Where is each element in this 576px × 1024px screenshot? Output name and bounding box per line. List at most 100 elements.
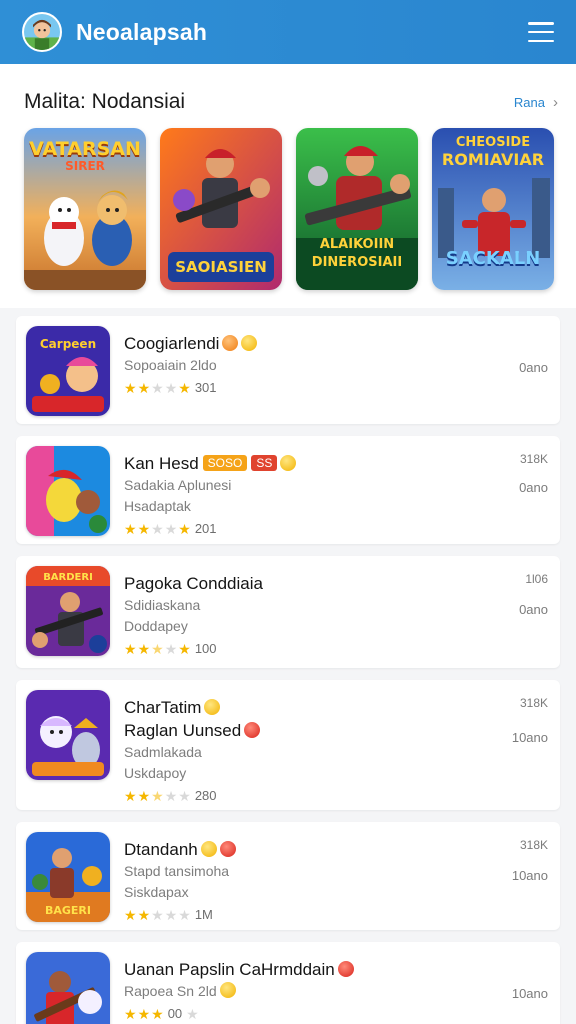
star-icon: ★ bbox=[124, 906, 137, 923]
rating-count: 280 bbox=[194, 788, 217, 803]
star-icon: ★ bbox=[124, 787, 137, 804]
see-all-label: Rana bbox=[513, 94, 545, 110]
star-icon: ★ bbox=[137, 906, 151, 923]
star-icon: ★ bbox=[151, 520, 164, 537]
game-meta: 0ano bbox=[519, 602, 548, 617]
star-icon: ★ bbox=[124, 379, 137, 396]
game-tag: SS bbox=[251, 455, 278, 471]
game-developer: Doddapey bbox=[124, 618, 188, 634]
game-name: Coogiarlendi bbox=[124, 332, 548, 355]
emoji-icon bbox=[222, 335, 239, 351]
star-icon: ★ bbox=[164, 640, 178, 657]
game-developer: Siskdapax bbox=[124, 884, 189, 900]
star-icon: ★ bbox=[151, 787, 164, 804]
game-list-item[interactable]: Kan Hesd SOSO SS Sadakia Aplunesi Hsadapta… bbox=[16, 436, 560, 544]
game-subtitle: Sadmlakada bbox=[124, 744, 202, 760]
game-meta: 10ano bbox=[511, 730, 548, 745]
star-icon: ★ bbox=[186, 1005, 199, 1022]
star-icon: ★ bbox=[151, 640, 164, 657]
emoji-icon bbox=[219, 841, 236, 857]
star-icon: ★ bbox=[137, 520, 151, 537]
star-icon: ★ bbox=[137, 1005, 151, 1022]
game-name: Kan Hesd SOSO SS bbox=[124, 452, 548, 475]
banner-4-subtitle: ROMIAVIAR bbox=[441, 150, 545, 169]
game-name: Pagoka Conddiaia bbox=[124, 574, 263, 593]
svg-text:BAGERI: BAGERI bbox=[45, 904, 91, 917]
game-rating: ★ ★ ★ ★ ★ 1M bbox=[124, 907, 548, 922]
avatar-logo-icon[interactable] bbox=[22, 12, 62, 52]
game-info: Uanan Papslin CaHrmddain Rapoea Sn 2ld ★… bbox=[124, 952, 548, 1021]
game-list-item[interactable]: BAGERI Dtandanh Stapd tansimoha Siskdapa… bbox=[16, 822, 560, 930]
banner-4-title: CHEOSIDE bbox=[455, 135, 531, 150]
emoji-icon bbox=[337, 961, 354, 977]
emoji-icon bbox=[200, 841, 217, 857]
svg-text:Carpeen: Carpeen bbox=[40, 337, 96, 351]
svg-text:BARDERI: BARDERI bbox=[43, 572, 93, 583]
star-icon: ★ bbox=[137, 640, 151, 657]
featured-banner-3[interactable]: ALAIKOIIN DINEROSIAII bbox=[296, 128, 418, 290]
rating-count: 00 bbox=[167, 1006, 183, 1021]
game-rating: ★ ★ ★ ★ ★ 301 bbox=[124, 380, 548, 395]
game-subtitle: Rapoea Sn 2ld bbox=[124, 981, 548, 1002]
featured-banner-4[interactable]: CHEOSIDE ROMIAVIAR SACKALN bbox=[432, 128, 554, 290]
game-info: Kan Hesd SOSO SS Sadakia Aplunesi Hsadapta… bbox=[124, 446, 548, 536]
app-header: Neoalapsah bbox=[0, 0, 576, 64]
star-icon: ★ bbox=[164, 787, 178, 804]
star-icon: ★ bbox=[178, 520, 191, 537]
game-size: 318K bbox=[519, 696, 548, 710]
rating-count: 1M bbox=[194, 907, 213, 922]
game-rating: ★ ★ ★ ★ ★ 201 bbox=[124, 521, 548, 536]
star-icon: ★ bbox=[124, 1005, 137, 1022]
rating-count: 100 bbox=[194, 641, 217, 656]
game-meta: 10ano bbox=[511, 986, 548, 1001]
game-thumbnail-1: Carpeen bbox=[26, 326, 110, 416]
star-icon: ★ bbox=[164, 520, 178, 537]
emoji-icon bbox=[280, 455, 297, 471]
featured-banner-2[interactable]: SAOIASIEN bbox=[160, 128, 282, 290]
game-info: Pagoka Conddiaia Sdidiaskana Doddapey ★ ★… bbox=[124, 566, 548, 656]
see-all-link[interactable]: Rana › bbox=[514, 94, 558, 111]
game-thumbnail-5: BAGERI bbox=[26, 832, 110, 922]
game-list-item[interactable]: Uanan Papslin CaHrmddain Rapoea Sn 2ld ★… bbox=[16, 942, 560, 1024]
game-developer: Hsadaptak bbox=[124, 498, 191, 514]
hamburger-menu-icon[interactable] bbox=[528, 22, 554, 42]
app-title: Neoalapsah bbox=[76, 18, 208, 45]
rating-count: 301 bbox=[194, 380, 217, 395]
star-icon: ★ bbox=[178, 906, 191, 923]
featured-title: Malita: Nodansiai bbox=[24, 90, 186, 113]
star-icon: ★ bbox=[151, 906, 164, 923]
star-icon: ★ bbox=[124, 520, 137, 537]
game-size: 1l06 bbox=[525, 572, 548, 586]
game-tag: SOSO bbox=[202, 455, 248, 471]
star-icon: ★ bbox=[137, 379, 151, 396]
game-name: Dtandanh bbox=[124, 838, 548, 861]
star-icon: ★ bbox=[151, 1005, 164, 1022]
star-icon: ★ bbox=[164, 379, 178, 396]
banner-1-subtitle: SIRER bbox=[65, 159, 105, 173]
game-rating: ★ ★ ★ ★ ★ 280 bbox=[124, 788, 548, 803]
featured-banner-1[interactable]: VATARSAN SIRER bbox=[24, 128, 146, 290]
game-info: Dtandanh Stapd tansimoha Siskdapax ★ ★ ★ ★ ★… bbox=[124, 832, 548, 922]
game-list: Carpeen Coogiarlendi Sopoaiain 2ldo ★ ★ ★ ★… bbox=[0, 308, 576, 1024]
banner-1-title: VATARSAN bbox=[29, 138, 141, 160]
emoji-icon bbox=[204, 699, 221, 715]
emoji-icon bbox=[244, 722, 261, 738]
game-size: 318K bbox=[519, 838, 548, 852]
game-list-item[interactable]: Carpeen Coogiarlendi Sopoaiain 2ldo ★ ★ ★ ★… bbox=[16, 316, 560, 424]
game-list-item[interactable]: BARDERI Pagoka Conddiaia Sdidiaskana Dod… bbox=[16, 556, 560, 668]
game-name: CharTatim bbox=[124, 696, 548, 719]
banner-3-subtitle: DINEROSIAII bbox=[311, 255, 403, 270]
game-thumbnail-6 bbox=[26, 952, 110, 1024]
star-icon: ★ bbox=[178, 787, 191, 804]
featured-header: Malita: Nodansiai Rana › bbox=[24, 90, 558, 114]
star-icon: ★ bbox=[164, 906, 178, 923]
emoji-icon bbox=[241, 335, 258, 351]
game-list-item[interactable]: CharTatim Raglan Uunsed Sadmlakada Uskda… bbox=[16, 680, 560, 810]
game-developer: Uskdapoy bbox=[124, 765, 187, 781]
star-icon: ★ bbox=[124, 640, 137, 657]
game-subtitle: Sopoaiain 2ldo bbox=[124, 357, 217, 373]
banner-2-title: SAOIASIEN bbox=[175, 258, 267, 276]
game-thumbnail-2 bbox=[26, 446, 110, 536]
game-subtitle: Sadakia Aplunesi bbox=[124, 477, 232, 493]
game-subtitle: Stapd tansimoha bbox=[124, 863, 230, 879]
